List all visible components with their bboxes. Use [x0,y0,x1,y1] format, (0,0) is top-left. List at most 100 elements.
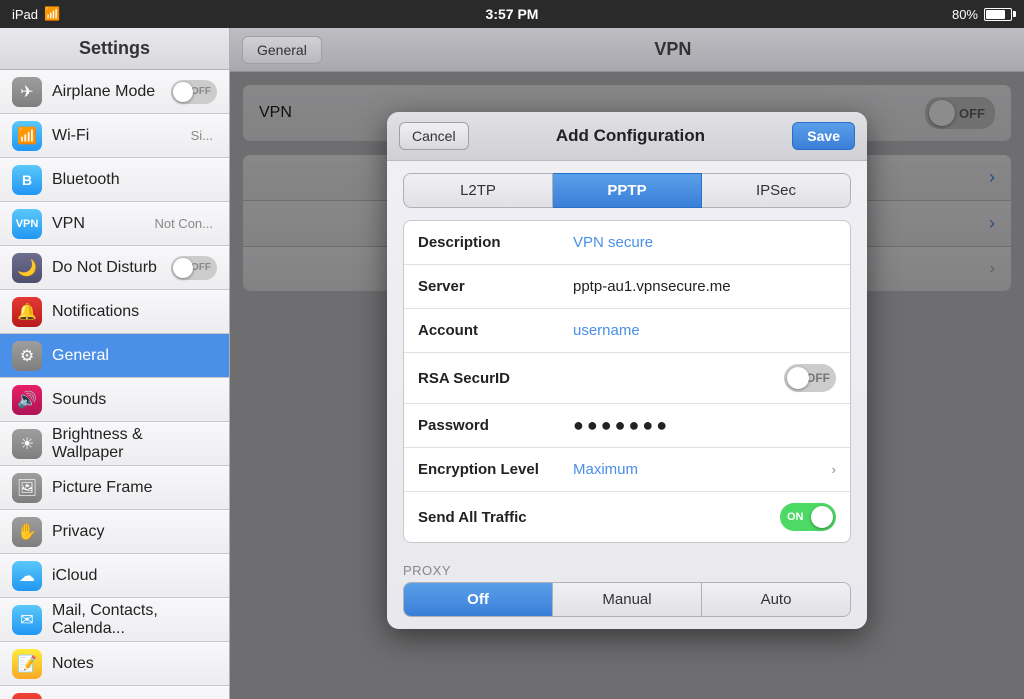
nav-bar: General VPN [230,28,1024,72]
server-value: pptp-au1.vpnsecure.me [573,278,836,295]
nav-title: VPN [334,39,1012,60]
general-icon: ⚙ [12,341,42,371]
sidebar-item-label: VPN [52,215,154,233]
sidebar-item-label: Picture Frame [52,479,217,497]
form-row-encryption[interactable]: Encryption Level Maximum › [404,448,850,492]
sidebar-item-bluetooth[interactable]: B Bluetooth [0,158,229,202]
status-bar: iPad 📶 3:57 PM 80% [0,0,1024,28]
wifi-icon: 📶 [44,6,60,22]
bluetooth-icon: B [12,165,42,195]
picture-icon: 🖼 [12,473,42,503]
sidebar-item-label: Bluetooth [52,171,217,189]
sidebar-item-label: Wi-Fi [52,127,191,145]
sidebar-item-sounds[interactable]: 🔊 Sounds [0,378,229,422]
modal-form: Description VPN secure Server pptp-au1.v… [403,220,851,543]
sidebar-item-label: General [52,347,217,365]
sidebar-item-picture[interactable]: 🖼 Picture Frame [0,466,229,510]
icloud-icon: ☁ [12,561,42,591]
sidebar-item-label: Mail, Contacts, Calenda... [52,602,217,638]
proxy-header: Proxy [387,555,867,582]
dnd-toggle[interactable]: OFF [171,256,217,280]
proxy-tab-auto[interactable]: Auto [702,583,850,616]
send-traffic-toggle[interactable]: ON [780,503,836,531]
airplane-toggle[interactable]: OFF [171,80,217,104]
notifications-icon: 🔔 [12,297,42,327]
modal-save-button[interactable]: Save [792,122,855,150]
sidebar-item-label: Brightness & Wallpaper [52,426,217,462]
password-label: Password [418,417,573,434]
sidebar-item-label: iCloud [52,567,217,585]
sidebar-item-airplane[interactable]: ✈ Airplane Mode OFF [0,70,229,114]
reminders-icon: 📋 [12,693,42,699]
airplane-icon: ✈ [12,77,42,107]
add-configuration-modal: Cancel Add Configuration Save L2TP PPTP … [387,112,867,629]
tab-ipsec[interactable]: IPSec [702,173,851,208]
encryption-value: Maximum [573,461,828,478]
form-row-server[interactable]: Server pptp-au1.vpnsecure.me [404,265,850,309]
sidebar-item-dnd[interactable]: 🌙 Do Not Disturb OFF [0,246,229,290]
password-value: ●●●●●●● [573,415,670,436]
modal-cancel-button[interactable]: Cancel [399,122,469,150]
brightness-icon: ☀ [12,429,42,459]
vpn-icon: VPN [12,209,42,239]
sidebar-item-notifications[interactable]: 🔔 Notifications [0,290,229,334]
sidebar-item-vpn[interactable]: VPN VPN Not Con... [0,202,229,246]
sidebar: Settings ✈ Airplane Mode OFF 📶 Wi-Fi Si.… [0,28,230,699]
sidebar-item-label: Sounds [52,391,217,409]
form-row-password[interactable]: Password ●●●●●●● [404,404,850,448]
sidebar-item-general[interactable]: ⚙ General [0,334,229,378]
description-value: VPN secure [573,234,836,251]
battery-icon [984,8,1012,21]
main-layout: Settings ✈ Airplane Mode OFF 📶 Wi-Fi Si.… [0,28,1024,699]
main-content: General VPN VPN OFF › [230,28,1024,699]
form-row-description[interactable]: Description VPN secure [404,221,850,265]
sidebar-item-label: Do Not Disturb [52,259,171,277]
proxy-tab-manual[interactable]: Manual [553,583,702,616]
settings-area: VPN OFF › › › [230,72,1024,699]
tab-pptp[interactable]: PPTP [553,173,702,208]
wifi-icon: 📶 [12,121,42,151]
tab-l2tp[interactable]: L2TP [403,173,553,208]
battery-percent: 80% [952,7,978,22]
status-bar-left: iPad 📶 [12,6,60,22]
sidebar-item-reminders[interactable]: 📋 Reminders [0,686,229,699]
status-bar-time: 3:57 PM [486,6,539,22]
mail-icon: ✉ [12,605,42,635]
modal-title: Add Configuration [556,126,705,146]
form-row-send-all-traffic[interactable]: Send All Traffic ON [404,492,850,542]
proxy-tab-off[interactable]: Off [404,583,553,616]
rsa-toggle[interactable]: OFF [784,364,836,392]
privacy-icon: ✋ [12,517,42,547]
sidebar-item-privacy[interactable]: ✋ Privacy [0,510,229,554]
status-bar-right: 80% [952,7,1012,22]
sidebar-item-brightness[interactable]: ☀ Brightness & Wallpaper [0,422,229,466]
sidebar-item-mail[interactable]: ✉ Mail, Contacts, Calenda... [0,598,229,642]
sidebar-header: Settings [0,28,229,70]
nav-tab-general[interactable]: General [242,36,322,64]
sidebar-item-wifi[interactable]: 📶 Wi-Fi Si... [0,114,229,158]
account-label: Account [418,322,573,339]
rsa-label: RSA SecurID [418,370,573,387]
sidebar-item-notes[interactable]: 📝 Notes [0,642,229,686]
description-label: Description [418,234,573,251]
encryption-label: Encryption Level [418,461,573,478]
dnd-icon: 🌙 [12,253,42,283]
sidebar-item-label: Notifications [52,303,217,321]
sidebar-item-icloud[interactable]: ☁ iCloud [0,554,229,598]
modal-header: Cancel Add Configuration Save [387,112,867,161]
encryption-chevron-icon: › [832,462,836,477]
sidebar-title: Settings [79,38,150,58]
form-row-rsa[interactable]: RSA SecurID OFF [404,353,850,404]
server-label: Server [418,278,573,295]
send-traffic-label: Send All Traffic [418,509,573,526]
sidebar-item-label: Privacy [52,523,217,541]
sidebar-item-label: Notes [52,655,217,673]
carrier-label: iPad [12,7,38,22]
sounds-icon: 🔊 [12,385,42,415]
account-value: username [573,322,836,339]
modal-overlay: Cancel Add Configuration Save L2TP PPTP … [230,72,1024,699]
form-row-account[interactable]: Account username [404,309,850,353]
sidebar-item-label: Airplane Mode [52,83,171,101]
notes-icon: 📝 [12,649,42,679]
proxy-tabs: Off Manual Auto [403,582,851,617]
